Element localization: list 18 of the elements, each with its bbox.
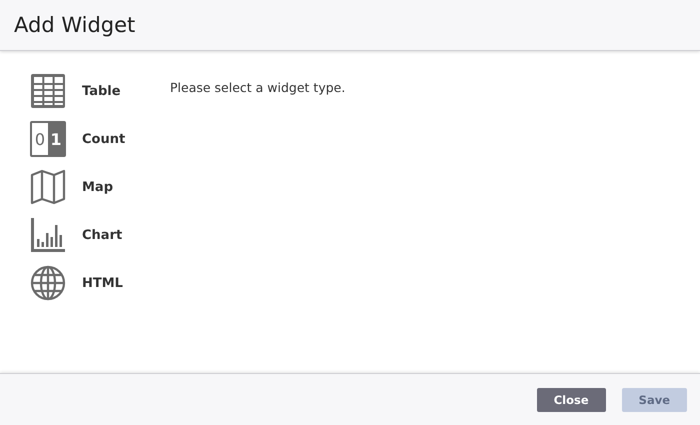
dialog-title: Add Widget (14, 13, 136, 37)
map-icon (30, 169, 66, 205)
table-icon (30, 73, 66, 109)
widget-type-label: Chart (82, 228, 122, 242)
widget-type-label: Table (82, 84, 121, 98)
widget-type-label: Map (82, 180, 114, 194)
bar-chart-icon (30, 217, 66, 253)
close-button[interactable]: Close (536, 388, 606, 412)
globe-icon (30, 265, 66, 301)
widget-type-item[interactable]: HTML (30, 265, 170, 301)
widget-type-item[interactable]: 0 1 Count (30, 121, 170, 157)
counter-icon: 0 1 (30, 121, 66, 157)
widget-type-label: Count (82, 132, 126, 146)
instruction-text: Please select a widget type. (170, 80, 346, 95)
widget-type-item[interactable]: Map (30, 169, 170, 205)
widget-type-item[interactable]: Chart (30, 217, 170, 253)
widget-type-label: HTML (82, 276, 123, 290)
widget-type-item[interactable]: Table (30, 73, 170, 109)
